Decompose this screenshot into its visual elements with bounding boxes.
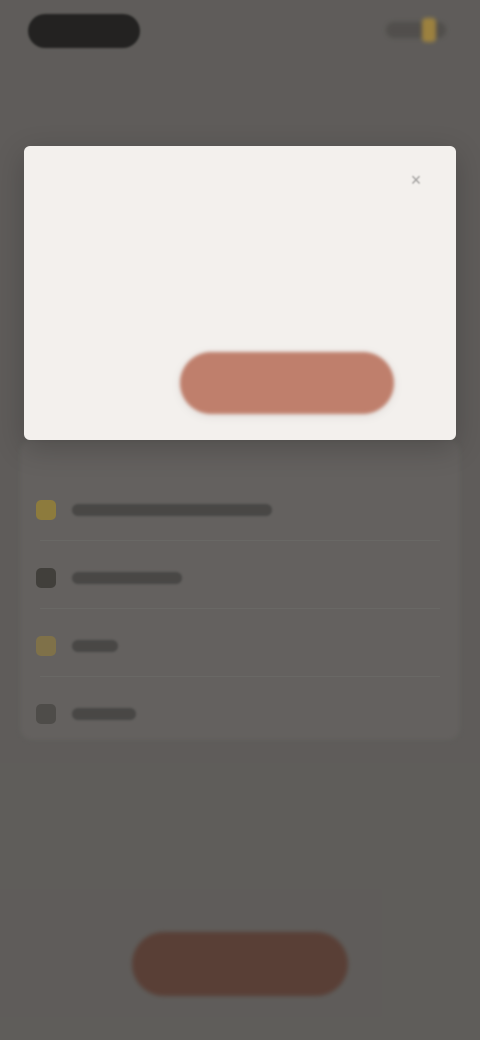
status-right: [386, 22, 446, 38]
modal-dialog: ×: [24, 146, 456, 440]
app-screen: ×: [0, 0, 480, 1040]
divider: [40, 676, 440, 677]
status-bar: [0, 0, 480, 70]
primary-action-button[interactable]: [180, 352, 394, 414]
close-icon[interactable]: ×: [404, 168, 428, 192]
status-pill: [28, 14, 140, 48]
star-icon: [36, 636, 56, 656]
divider: [40, 540, 440, 541]
settings-icon: [36, 704, 56, 724]
battery-icon: [422, 18, 436, 42]
background-list-item-label: [72, 504, 272, 516]
background-list-item: [36, 616, 436, 676]
background-list-item: [36, 548, 436, 608]
notification-icon: [36, 500, 56, 520]
document-icon: [36, 568, 56, 588]
secondary-action-button[interactable]: [118, 370, 178, 398]
bottom-primary-button[interactable]: [132, 932, 348, 996]
background-list-item: [36, 684, 436, 744]
background-list-item: [36, 480, 436, 540]
divider: [40, 608, 440, 609]
background-list-item-label: [72, 708, 136, 720]
background-list-item-label: [72, 572, 182, 584]
background-list-item-label: [72, 640, 118, 652]
modal-actions: [24, 352, 456, 416]
